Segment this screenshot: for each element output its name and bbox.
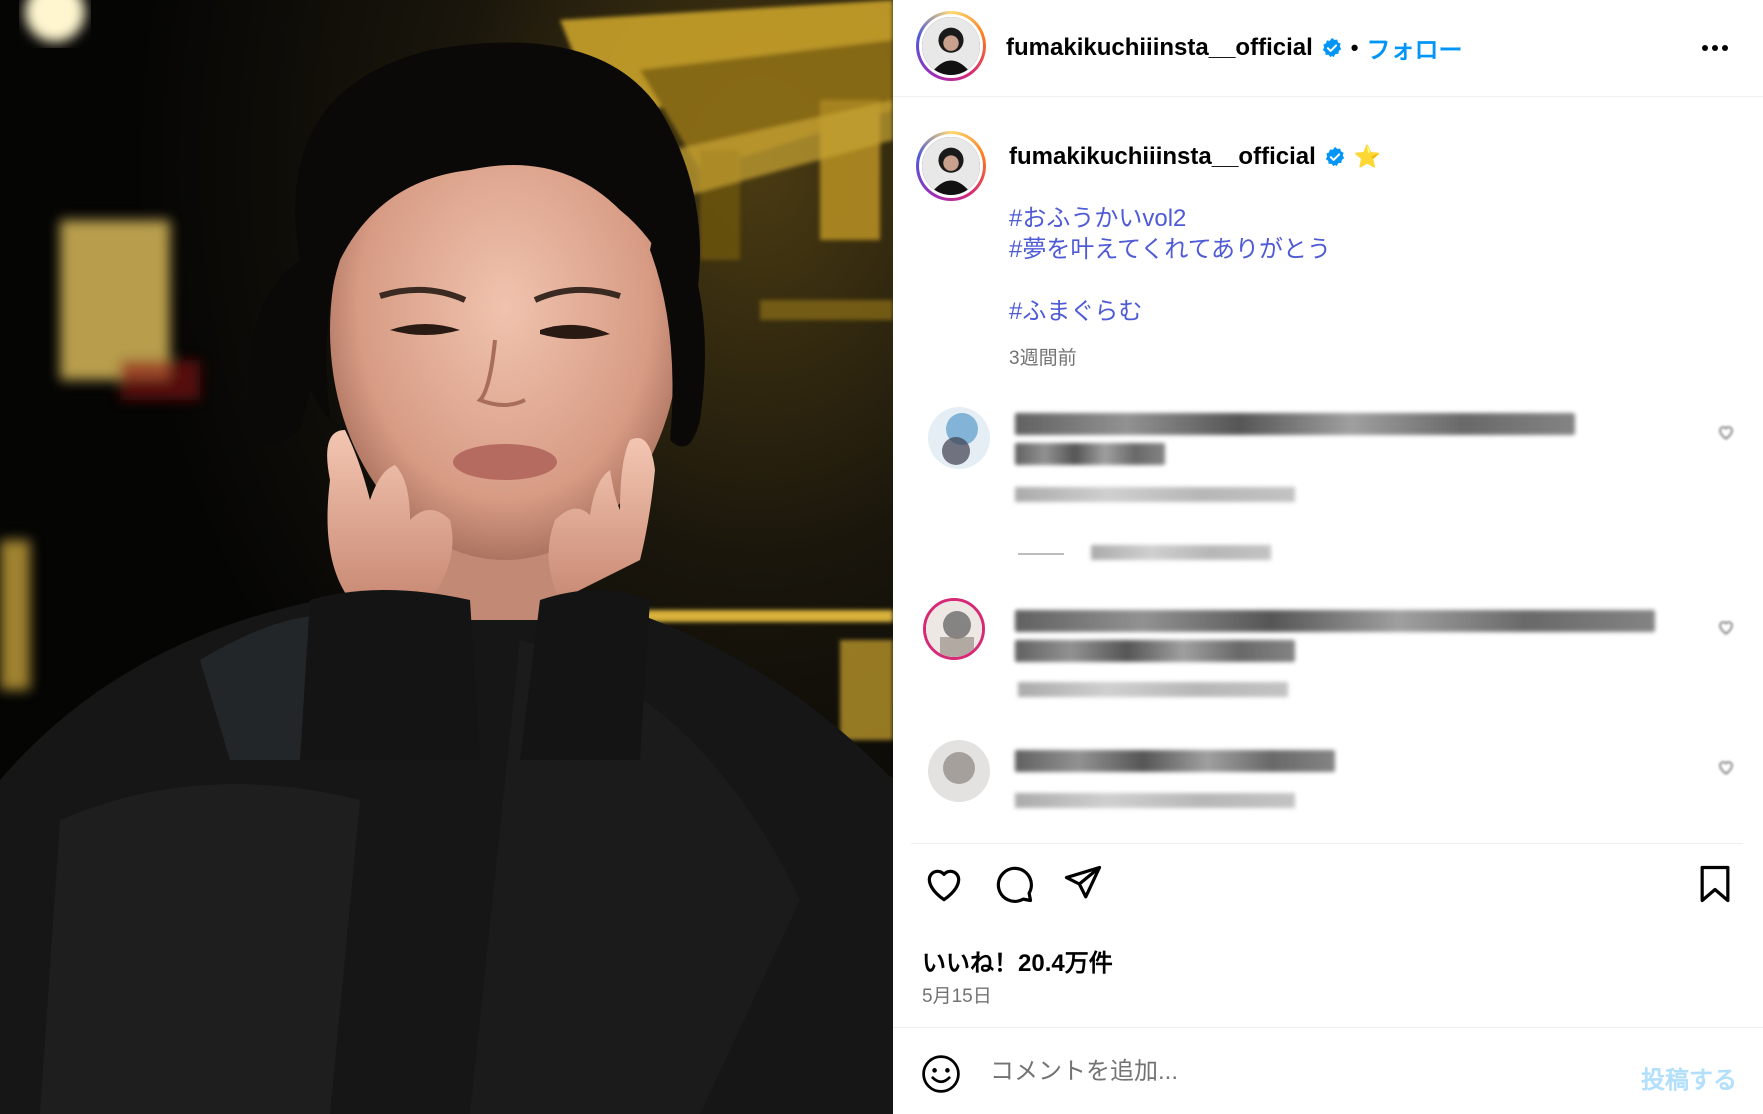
- caption-time-ago: 3週間前: [1009, 348, 1077, 369]
- post-details-panel: fumakikuchiiinsta__official • フォロー fumak…: [893, 0, 1763, 1114]
- smiley-icon[interactable]: [919, 1052, 963, 1096]
- comment-item: [893, 405, 1763, 505]
- comment-meta-pixelated: [1015, 487, 1295, 502]
- view-replies-pixelated[interactable]: [1091, 545, 1271, 560]
- hashtag-link[interactable]: #夢を叶えてくれてありがとう: [1009, 234, 1331, 265]
- post-comment-button[interactable]: 投稿する: [1641, 1060, 1737, 1095]
- post-actions: [893, 862, 1763, 922]
- comment-text-pixelated: [1015, 610, 1655, 632]
- comment-meta-pixelated: [1015, 793, 1295, 808]
- caption-star-emoji: ⭐: [1353, 144, 1382, 169]
- post-photo[interactable]: [0, 0, 893, 1114]
- comment-item: [893, 598, 1763, 698]
- header-username[interactable]: fumakikuchiiinsta__official: [1006, 34, 1313, 62]
- avatar-image: [922, 17, 980, 75]
- post-header: fumakikuchiiinsta__official • フォロー: [893, 0, 1763, 97]
- header-separator: •: [1350, 34, 1359, 60]
- add-comment-bar: 投稿する: [893, 1027, 1763, 1114]
- caption-avatar[interactable]: [916, 131, 986, 201]
- verified-badge-icon: [1325, 146, 1344, 167]
- comment-like-icon[interactable]: [1717, 423, 1735, 441]
- comment-text-pixelated: [1015, 750, 1335, 772]
- comment-text-pixelated: [1015, 443, 1165, 465]
- comment-like-icon[interactable]: [1717, 758, 1735, 776]
- hashtag-link[interactable]: #おふうかいvol2: [1009, 203, 1331, 234]
- likes-count[interactable]: いいね！20.4万件: [922, 943, 1113, 978]
- verified-badge-icon: [1322, 37, 1341, 57]
- comment-item: [893, 740, 1763, 830]
- more-options-icon[interactable]: [1697, 30, 1733, 66]
- comment-avatar[interactable]: [928, 740, 990, 802]
- comment-text-pixelated: [1015, 413, 1575, 435]
- caption-text: #おふうかいvol2 #夢を叶えてくれてありがとう #ふまぐらむ: [1009, 203, 1331, 327]
- header-avatar[interactable]: [916, 11, 986, 81]
- comment-bubble-icon[interactable]: [992, 862, 1036, 906]
- post-date: 5月15日: [922, 986, 992, 1007]
- comment-avatar[interactable]: [928, 407, 990, 469]
- actions-divider: [911, 843, 1743, 844]
- caption-username[interactable]: fumakikuchiiinsta__official: [1009, 143, 1316, 171]
- comment-avatar[interactable]: [923, 598, 985, 660]
- send-icon[interactable]: [1061, 862, 1105, 906]
- bookmark-icon[interactable]: [1693, 862, 1737, 906]
- comment-text-pixelated: [1015, 640, 1295, 662]
- view-replies-line: [1018, 553, 1064, 555]
- post-image: [0, 0, 893, 1114]
- comment-like-icon[interactable]: [1717, 618, 1735, 636]
- heart-icon[interactable]: [922, 862, 966, 906]
- avatar-image: [922, 137, 980, 195]
- comment-meta-pixelated: [1018, 682, 1288, 697]
- hashtag-link[interactable]: #ふまぐらむ: [1009, 296, 1331, 327]
- comment-input[interactable]: [990, 1050, 1590, 1094]
- follow-button[interactable]: フォロー: [1366, 30, 1462, 65]
